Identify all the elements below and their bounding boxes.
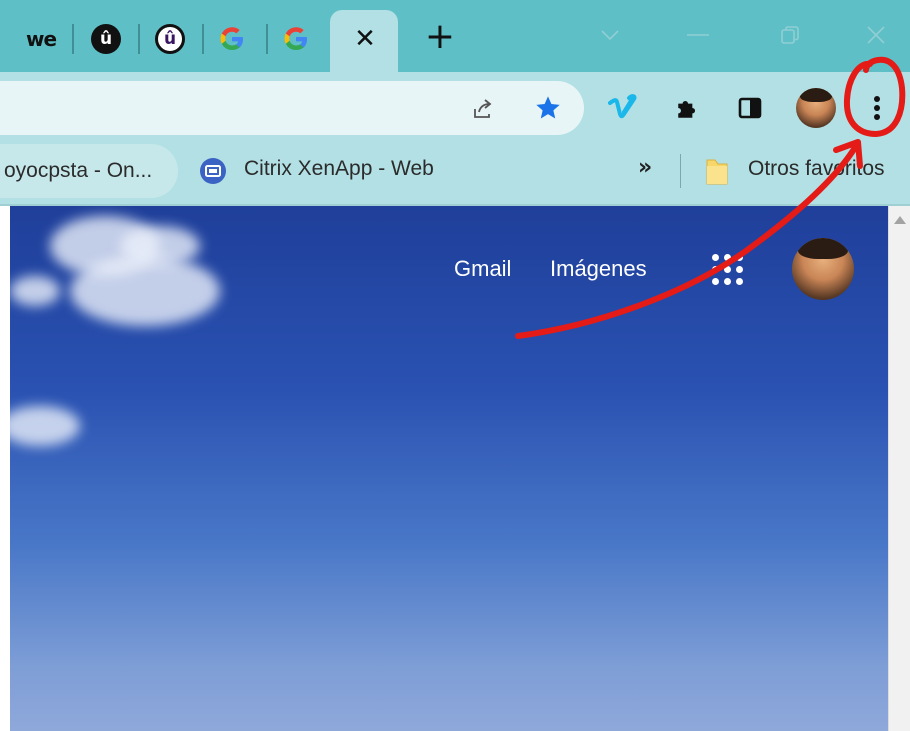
bookmark-item-oyocpsta[interactable]: oyocpsta - On... bbox=[0, 144, 178, 198]
more-bookmarks-button[interactable]: » bbox=[638, 155, 652, 180]
minimize-icon bbox=[687, 34, 709, 36]
google-account-avatar[interactable] bbox=[792, 238, 854, 300]
citrix-icon bbox=[200, 158, 226, 184]
tab-separator bbox=[266, 24, 268, 54]
close-window-button[interactable] bbox=[858, 18, 894, 52]
page-content: Gmail Imágenes bbox=[10, 206, 888, 731]
tab-separator bbox=[202, 24, 204, 54]
bookmarks-separator bbox=[680, 154, 681, 188]
tab-close-button[interactable]: ✕ bbox=[352, 24, 378, 54]
side-panel-button[interactable] bbox=[734, 92, 766, 124]
cloud bbox=[70, 256, 220, 326]
folder-icon-wrap[interactable] bbox=[704, 154, 730, 188]
chevron-down-icon bbox=[601, 30, 619, 41]
bookmarks-bar: oyocpsta - On... Citrix XenApp - Web » O… bbox=[0, 142, 910, 206]
vimeo-extension-button[interactable] bbox=[606, 92, 640, 124]
u-logo-dark-icon: û bbox=[91, 24, 121, 54]
gmail-link[interactable]: Gmail bbox=[454, 256, 511, 282]
vimeo-icon bbox=[608, 94, 637, 119]
vertical-scrollbar[interactable] bbox=[888, 206, 910, 731]
more-vertical-icon bbox=[874, 96, 880, 120]
side-panel-icon bbox=[738, 97, 762, 119]
share-button[interactable] bbox=[468, 94, 498, 124]
avatar-hair bbox=[798, 238, 848, 260]
tab-search-button[interactable] bbox=[592, 18, 628, 52]
avatar-hair bbox=[800, 88, 832, 102]
bookmark-citrix-xenapp[interactable]: Citrix XenApp - Web bbox=[244, 157, 434, 181]
extensions-button[interactable] bbox=[672, 92, 704, 124]
restore-button[interactable] bbox=[772, 18, 808, 52]
chrome-menu-button[interactable] bbox=[862, 90, 892, 126]
wetransfer-logo-icon: we bbox=[25, 27, 57, 51]
images-link[interactable]: Imágenes bbox=[550, 256, 647, 282]
tab-u-light[interactable]: û bbox=[154, 22, 186, 56]
cloud bbox=[10, 406, 80, 446]
star-icon bbox=[536, 96, 560, 119]
bookmark-label: oyocpsta - On... bbox=[4, 159, 153, 182]
u-logo-light-icon: û bbox=[155, 24, 185, 54]
close-icon bbox=[867, 26, 885, 44]
puzzle-icon bbox=[678, 100, 696, 118]
tab-separator bbox=[72, 24, 74, 54]
tab-strip: we û û ✕ + bbox=[0, 0, 910, 72]
cloud bbox=[120, 226, 200, 266]
folder-icon bbox=[706, 159, 728, 185]
google-logo-icon bbox=[220, 27, 243, 50]
bookmark-star-button[interactable] bbox=[532, 92, 564, 124]
bookmark-folder-otros-favoritos[interactable]: Otros favoritos bbox=[748, 157, 885, 181]
minimize-button[interactable] bbox=[680, 18, 716, 52]
scroll-up-arrow-icon[interactable] bbox=[894, 216, 906, 224]
new-tab-button[interactable]: + bbox=[422, 19, 458, 56]
tab-u-dark[interactable]: û bbox=[90, 22, 122, 56]
tab-separator bbox=[138, 24, 140, 54]
share-icon bbox=[474, 99, 492, 118]
tab-google-1[interactable] bbox=[216, 22, 248, 56]
citrix-bookmark-icon-wrap[interactable] bbox=[198, 156, 228, 186]
google-logo-icon bbox=[284, 27, 307, 50]
browser-toolbar bbox=[0, 72, 910, 142]
restore-icon bbox=[781, 26, 799, 44]
tab-google-2[interactable] bbox=[280, 22, 312, 56]
cloud bbox=[10, 276, 60, 306]
tab-wetransfer[interactable]: we bbox=[22, 22, 60, 56]
profile-avatar-button[interactable] bbox=[796, 88, 836, 128]
google-apps-button[interactable] bbox=[710, 252, 746, 288]
